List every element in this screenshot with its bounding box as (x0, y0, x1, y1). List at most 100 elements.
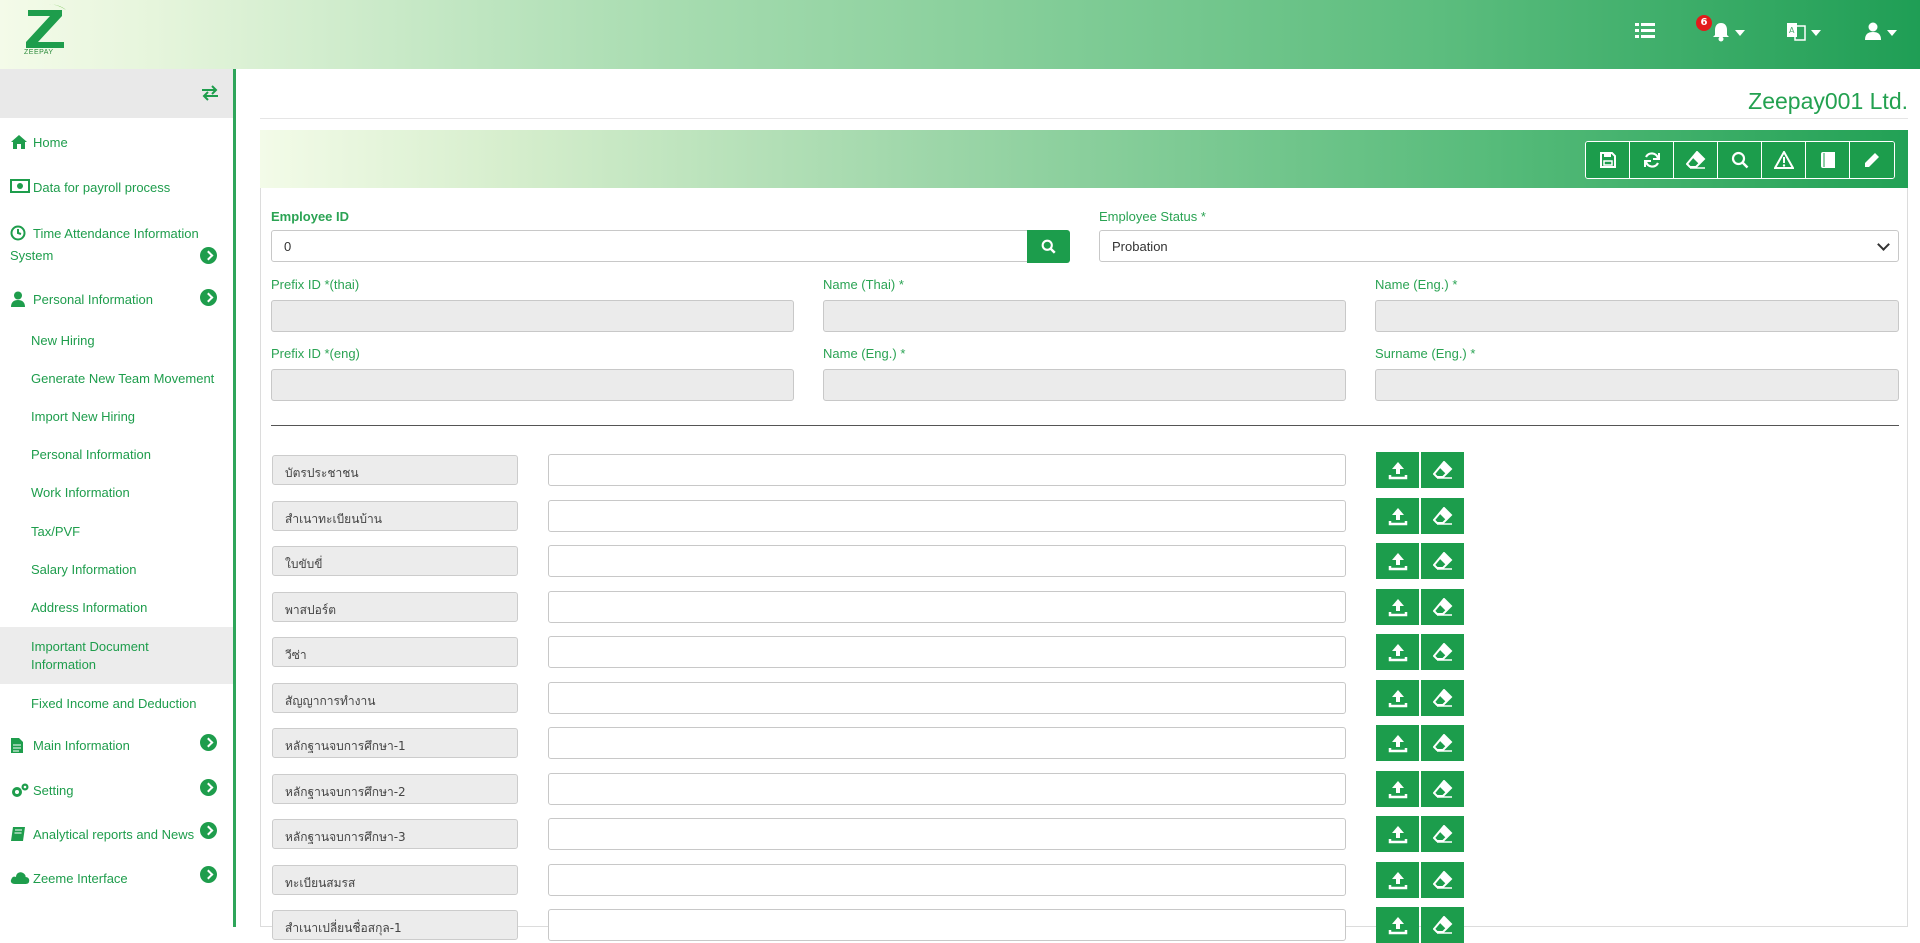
employee-status-select[interactable]: Probation (1099, 230, 1899, 262)
sidebar-subitem-salary-information[interactable]: Salary Information (31, 562, 137, 577)
upload-button[interactable] (1376, 589, 1419, 625)
upload-button[interactable] (1376, 862, 1419, 898)
manual-button[interactable] (1806, 142, 1850, 178)
sidebar-item-analytical-reports[interactable]: Analytical reports and News (0, 822, 233, 846)
chevron-right-icon[interactable] (200, 779, 217, 796)
sidebar-subitem-work-information[interactable]: Work Information (31, 485, 130, 500)
chevron-right-icon[interactable] (200, 734, 217, 751)
upload-button[interactable] (1376, 680, 1419, 716)
gears-icon (12, 783, 29, 797)
clear-file-button[interactable] (1421, 907, 1464, 943)
book-icon (1820, 152, 1835, 168)
clear-file-button[interactable] (1421, 589, 1464, 625)
sidebar-item-payroll-data[interactable]: Data for payroll process (0, 179, 233, 199)
employee-search-button[interactable] (1027, 230, 1070, 263)
upload-icon (1388, 872, 1407, 890)
sidebar-subitem-tax-pvf[interactable]: Tax/PVF (31, 524, 80, 539)
sidebar-item-main-information[interactable]: Main Information (0, 734, 233, 757)
sidebar-subitem-fixed-income[interactable]: Fixed Income and Deduction (31, 696, 196, 711)
sidebar-subitem-important-document-line2[interactable]: Information (31, 657, 96, 672)
document-label: หลักฐานจบการศึกษา-3 (272, 819, 518, 849)
save-button[interactable] (1586, 142, 1630, 178)
sidebar-item-setting[interactable]: Setting (0, 779, 233, 802)
clear-file-button[interactable] (1421, 816, 1464, 852)
upload-button[interactable] (1376, 725, 1419, 761)
chevron-right-icon[interactable] (200, 289, 217, 306)
chevron-right-icon[interactable] (200, 247, 217, 264)
document-file-input[interactable] (548, 818, 1346, 850)
sidebar-subitem-address-information[interactable]: Address Information (31, 600, 147, 615)
search-icon (1041, 239, 1056, 254)
chevron-down-icon[interactable] (1735, 30, 1745, 36)
refresh-button[interactable] (1630, 142, 1674, 178)
bell-icon[interactable] (1712, 22, 1730, 42)
eraser-icon (1432, 598, 1452, 616)
upload-button[interactable] (1376, 816, 1419, 852)
clear-file-button[interactable] (1421, 498, 1464, 534)
document-label: หลักฐานจบการศึกษา-2 (272, 774, 518, 804)
list-icon[interactable] (1635, 22, 1655, 40)
sidebar-toggle[interactable] (0, 69, 233, 118)
name-eng-label: Name (Eng.) * (1375, 277, 1458, 292)
name-thai-label: Name (Thai) * (823, 277, 904, 292)
employee-id-input[interactable]: 0 (271, 230, 1029, 262)
sidebar-subitem-import-new-hiring[interactable]: Import New Hiring (31, 409, 135, 424)
document-file-input[interactable] (548, 773, 1346, 805)
sidebar-subitem-personal-information[interactable]: Personal Information (31, 447, 151, 462)
document-file-input[interactable] (548, 682, 1346, 714)
sidebar-subitem-generate-team-movement[interactable]: Generate New Team Movement (31, 371, 214, 386)
document-file-input[interactable] (548, 909, 1346, 941)
clear-file-button[interactable] (1421, 862, 1464, 898)
clear-file-button[interactable] (1421, 771, 1464, 807)
clear-file-button[interactable] (1421, 452, 1464, 488)
document-file-input[interactable] (548, 727, 1346, 759)
sidebar-item-home[interactable]: Home (0, 134, 233, 154)
user-icon[interactable] (1864, 22, 1882, 40)
upload-button[interactable] (1376, 498, 1419, 534)
swap-icon[interactable] (200, 85, 220, 101)
document-file-input[interactable] (548, 454, 1346, 486)
cloud-icon (10, 872, 30, 884)
name-eng2-label: Name (Eng.) * (823, 346, 906, 361)
warning-button[interactable] (1762, 142, 1806, 178)
document-label: วีซ่า (272, 637, 518, 667)
employee-id-label: Employee ID (271, 209, 350, 224)
document-file-input[interactable] (548, 591, 1346, 623)
translate-icon[interactable]: A (1786, 21, 1806, 41)
refresh-icon (1643, 152, 1660, 168)
document-file-input[interactable] (548, 545, 1346, 577)
clear-file-button[interactable] (1421, 634, 1464, 670)
search-button[interactable] (1718, 142, 1762, 178)
upload-button[interactable] (1376, 543, 1419, 579)
name-eng-field (1375, 300, 1899, 332)
clear-file-button[interactable] (1421, 725, 1464, 761)
chevron-down-icon[interactable] (1887, 30, 1897, 36)
upload-icon (1388, 508, 1407, 526)
sidebar-item-time-attendance[interactable]: Time Attendance Information System (0, 225, 233, 267)
document-file-input[interactable] (548, 636, 1346, 668)
sidebar-item-personal-information[interactable]: Personal Information (0, 289, 233, 311)
clear-file-button[interactable] (1421, 543, 1464, 579)
home-icon (11, 135, 27, 149)
document-icon (11, 738, 23, 753)
sidebar-item-zeeme-interface[interactable]: Zeeme Interface (0, 866, 233, 890)
chevron-right-icon[interactable] (200, 866, 217, 883)
document-file-input[interactable] (548, 500, 1346, 532)
prefix-thai-label: Prefix ID *(thai) (271, 277, 360, 292)
upload-button[interactable] (1376, 771, 1419, 807)
chevron-down-icon[interactable] (1811, 30, 1821, 36)
clear-file-button[interactable] (1421, 680, 1464, 716)
upload-button[interactable] (1376, 634, 1419, 670)
sidebar-subitem-important-document[interactable]: Important Document (31, 639, 149, 654)
document-file-input[interactable] (548, 864, 1346, 896)
upload-icon (1388, 553, 1407, 571)
clear-button[interactable] (1674, 142, 1718, 178)
upload-button[interactable] (1376, 907, 1419, 943)
edit-button[interactable] (1850, 142, 1894, 178)
sidebar-subitem-new-hiring[interactable]: New Hiring (31, 333, 95, 348)
upload-icon (1388, 690, 1407, 708)
chevron-right-icon[interactable] (200, 822, 217, 839)
document-label: บัตรประชาชน (272, 455, 518, 485)
upload-button[interactable] (1376, 452, 1419, 488)
warning-icon (1773, 151, 1794, 169)
